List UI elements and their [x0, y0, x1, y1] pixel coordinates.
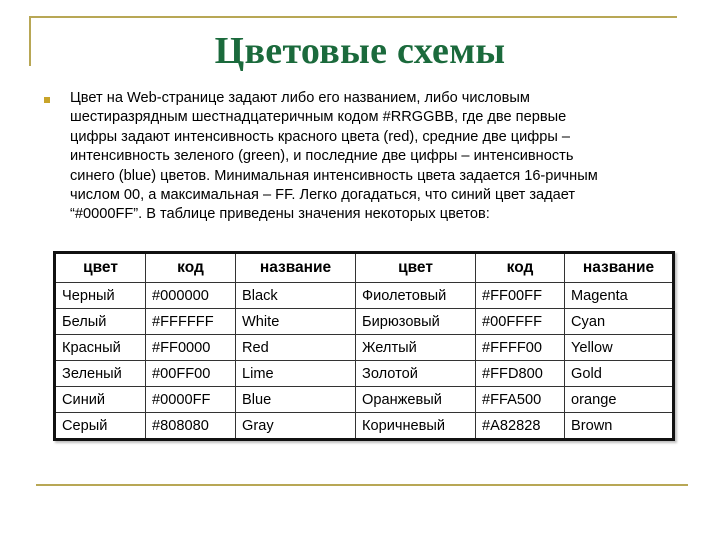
cell-color-ru: Синий [54, 386, 146, 413]
cell-color-ru: Белый [54, 308, 146, 335]
cell-code: #FFFF00 [475, 334, 565, 361]
table-row: Серый #808080 Gray Коричневый #A82828 Br… [54, 412, 674, 440]
cell-code: #000000 [145, 282, 236, 309]
cell-code: #808080 [145, 412, 236, 440]
paragraph-line: числом 00, а максимальная – FF. Легко до… [70, 187, 576, 204]
paragraph-line: интенсивность зеленого (green), и послед… [70, 148, 574, 165]
cell-name: Brown [564, 412, 674, 440]
table-row: Синий #0000FF Blue Оранжевый #FFA500 ora… [54, 386, 674, 413]
cell-color-ru: Желтый [355, 334, 476, 361]
cell-code: #00FF00 [145, 360, 236, 387]
header-color-ru-2: цвет [355, 252, 476, 283]
cell-color-ru: Зеленый [54, 360, 146, 387]
header-code: код [145, 252, 236, 283]
header-color-ru: цвет [54, 252, 146, 283]
paragraph-line: шестиразрядным шестнадцатеричным кодом #… [70, 109, 567, 126]
cell-color-ru: Бирюзовый [355, 308, 476, 335]
cell-color-ru: Красный [54, 334, 146, 361]
slide-title: Цветовые схемы [214, 30, 506, 72]
table-header-row: цвет код название цвет код название [54, 252, 674, 283]
cell-name: Black [235, 282, 356, 309]
top-accent-rule [29, 16, 677, 18]
cell-name: Gold [564, 360, 674, 387]
cell-code: #FF0000 [145, 334, 236, 361]
bottom-accent-rule [36, 484, 688, 486]
cell-name: Cyan [564, 308, 674, 335]
cell-name: White [235, 308, 356, 335]
cell-name: Lime [235, 360, 356, 387]
cell-code: #FFD800 [475, 360, 565, 387]
cell-color-ru: Коричневый [355, 412, 476, 440]
table-row: Белый #FFFFFF White Бирюзовый #00FFFF Cy… [54, 308, 674, 335]
paragraph-line: Цвет на Web-странице задают либо его наз… [70, 90, 530, 106]
paragraph-line: цифры задают интенсивность красного цвет… [70, 128, 571, 145]
cell-code: #FFFFFF [145, 308, 236, 335]
cell-name: Red [235, 334, 356, 361]
paragraph-text: Цвет на Web-странице задают либо его наз… [70, 89, 670, 225]
table-row: Черный #000000 Black Фиолетовый #FF00FF … [54, 282, 674, 309]
cell-code: #A82828 [475, 412, 565, 440]
cell-code: #FFA500 [475, 386, 565, 413]
cell-color-ru: Серый [54, 412, 146, 440]
cell-code: #0000FF [145, 386, 236, 413]
color-codes-table: цвет код название цвет код название Черн… [53, 251, 675, 441]
header-name: название [235, 252, 356, 283]
bullet-square-icon [44, 97, 50, 103]
table-row: Зеленый #00FF00 Lime Золотой #FFD800 Gol… [54, 360, 674, 387]
header-name-2: название [564, 252, 674, 283]
cell-name: Yellow [564, 334, 674, 361]
cell-color-ru: Черный [54, 282, 146, 309]
paragraph-line: “#0000FF”. В таблице приведены значения … [70, 206, 490, 223]
cell-name: Blue [235, 386, 356, 413]
cell-code: #FF00FF [475, 282, 565, 309]
paragraph-line: синего (blue) цветов. Минимальная интенс… [70, 167, 598, 184]
table-row: Красный #FF0000 Red Желтый #FFFF00 Yello… [54, 334, 674, 361]
header-code-2: код [475, 252, 565, 283]
cell-color-ru: Фиолетовый [355, 282, 476, 309]
cell-name: orange [564, 386, 674, 413]
cell-color-ru: Оранжевый [355, 386, 476, 413]
cell-name: Magenta [564, 282, 674, 309]
cell-color-ru: Золотой [355, 360, 476, 387]
cell-code: #00FFFF [475, 308, 565, 335]
cell-name: Gray [235, 412, 356, 440]
